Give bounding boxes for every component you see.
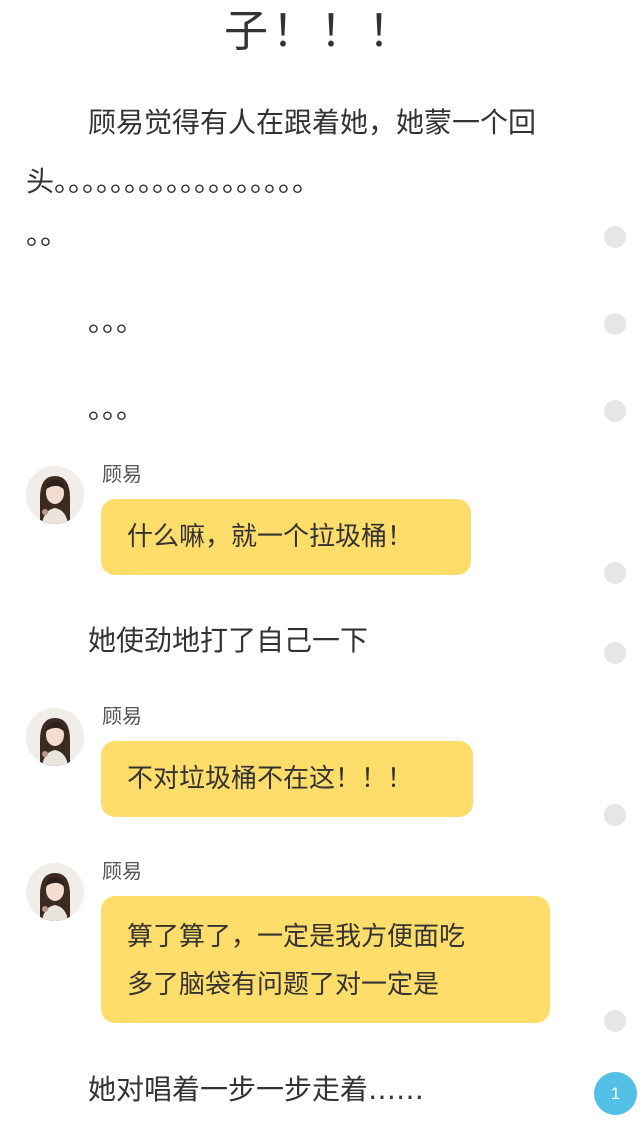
speaker-name: 顾易 <box>102 462 142 486</box>
story-heading-fragment: 子！！！ <box>224 6 416 57</box>
narration-ellipsis: 。。。 <box>88 305 145 338</box>
chat-bubble[interactable]: 什么嘛，就一个拉圾桶！ <box>101 499 471 575</box>
paragraph-comment-dot[interactable] <box>604 400 626 422</box>
chat-bubble-text: 不对垃圾桶不在这！！！ <box>127 764 414 794</box>
avatar[interactable] <box>26 863 84 921</box>
comment-count-badge[interactable]: 1 <box>594 1072 637 1115</box>
avatar-portrait-icon <box>26 863 84 921</box>
chat-bubble-text: 什么嘛，就一个拉圾桶！ <box>127 522 414 552</box>
speaker-name: 顾易 <box>102 859 142 883</box>
chat-bubble-text: 多了脑袋有问题了对一定是 <box>127 970 440 1000</box>
narration-line: 顾易觉得有人在跟着她，她蒙一个回 <box>88 106 537 139</box>
paragraph-comment-dot[interactable] <box>604 313 626 335</box>
chat-bubble[interactable]: 不对垃圾桶不在这！！！ <box>101 741 473 817</box>
avatar[interactable] <box>26 466 84 524</box>
paragraph-comment-dot[interactable] <box>604 562 626 584</box>
paragraph-comment-dot[interactable] <box>604 804 626 826</box>
narration-ellipsis: 。。。 <box>88 392 145 425</box>
narration-line: 。。 <box>26 218 69 251</box>
avatar-portrait-icon <box>26 708 84 766</box>
chat-bubble[interactable]: 算了算了，一定是我方便面吃 多了脑袋有问题了对一定是 <box>101 896 550 1023</box>
narration-line: 头。。。。。。。。。。。。。。。。。。 <box>26 165 321 198</box>
avatar[interactable] <box>26 708 84 766</box>
story-reader[interactable]: 子！！！ 顾易觉得有人在跟着她，她蒙一个回 头。。。。。。。。。。。。。。。。。… <box>0 0 640 1138</box>
paragraph-comment-dot[interactable] <box>604 1010 626 1032</box>
paragraph-comment-dot[interactable] <box>604 642 626 664</box>
paragraph-comment-dot[interactable] <box>604 226 626 248</box>
narration-line: 她对唱着一步一步走着…… <box>88 1073 425 1106</box>
narration-line: 她使劲地打了自己一下 <box>88 624 369 657</box>
avatar-portrait-icon <box>26 466 84 524</box>
speaker-name: 顾易 <box>102 704 142 728</box>
chat-bubble-text: 算了算了，一定是我方便面吃 <box>127 922 466 952</box>
